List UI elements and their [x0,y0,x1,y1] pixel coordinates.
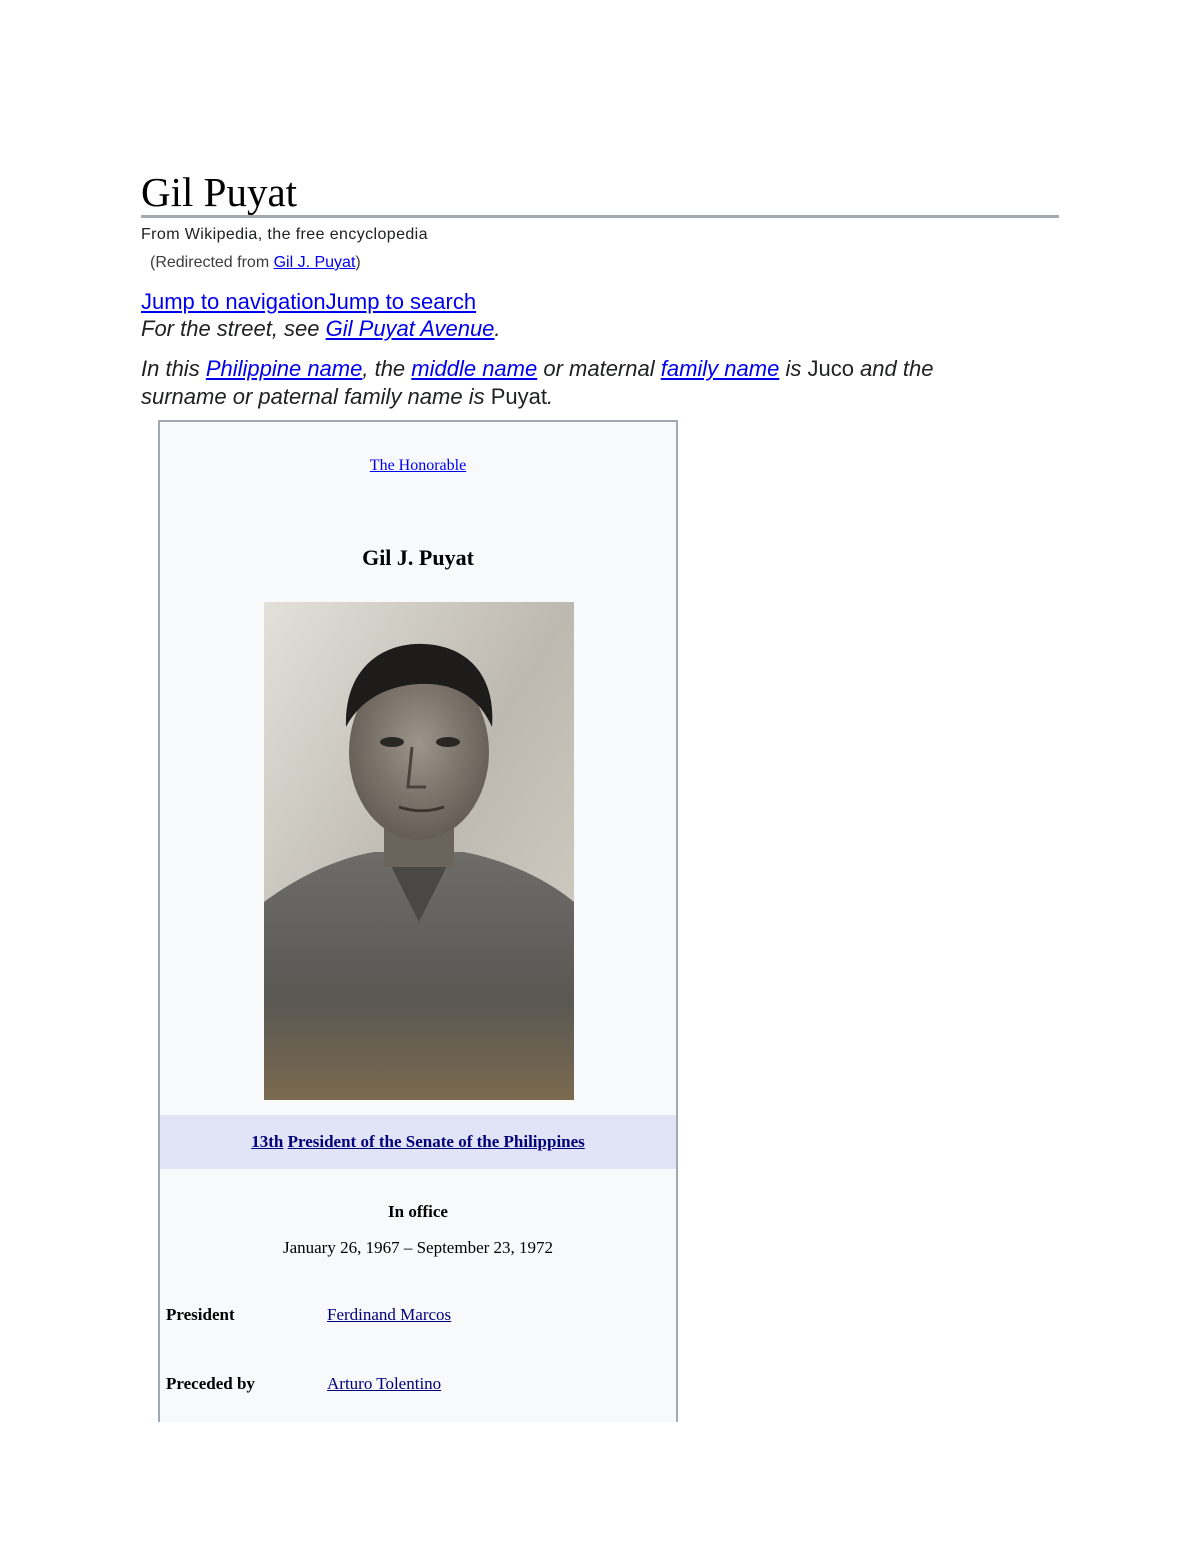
president-link[interactable]: Ferdinand Marcos [327,1305,451,1324]
hatnote-suffix: . [494,316,501,341]
namenote-part1: In this [141,356,206,381]
row-label: President [166,1305,235,1324]
infobox-office-header: 13th President of the Senate of the Phil… [160,1115,676,1169]
family-name-link[interactable]: family name [661,356,780,381]
infobox-name: Gil J. Puyat [362,545,474,570]
jump-to-navigation-link[interactable]: Jump to navigation [141,289,326,314]
philippine-name-link[interactable]: Philippine name [206,356,363,381]
row-value: Ferdinand Marcos [327,1304,451,1326]
predecessor-link[interactable]: Arturo Tolentino [327,1374,441,1393]
jump-to-search-link[interactable]: Jump to search [326,289,476,314]
portrait-image [264,602,574,1100]
maternal-name-value: Juco [807,356,854,381]
in-office-label: In office [388,1202,448,1221]
redirect-notice: (Redirected from Gil J. Puyat) [150,253,361,273]
namenote-part4: is [779,356,808,381]
site-tagline: From Wikipedia, the free encyclopedia [141,226,428,243]
jump-links: Jump to navigationJump to search [141,288,476,316]
title-divider [141,215,1059,218]
middle-name-link[interactable]: middle name [411,356,537,381]
infobox: The Honorable Gil J. Puyat 13th Presiden… [158,420,678,1422]
namenote-part3: or maternal [537,356,661,381]
hatnote-street-link[interactable]: Gil Puyat Avenue [326,316,495,341]
infobox-honorific: The Honorable [160,456,676,476]
honorific-link[interactable]: The Honorable [370,457,466,474]
row-label: Preceded by [166,1374,255,1393]
hatnote-prefix: For the street, see [141,316,326,341]
redirect-source-link[interactable]: Gil J. Puyat [274,254,356,271]
redirect-suffix: ) [355,254,361,271]
surname-value: Puyat [490,384,547,409]
office-dates: January 26, 1967 – September 23, 1972 [282,1238,554,1257]
namenote-part2: , the [362,356,412,381]
namenote-part6: . [546,384,554,409]
office-title-link[interactable]: President of the Senate of the Philippin… [288,1132,585,1151]
portrait-photo[interactable] [264,602,574,1100]
page-title: Gil Puyat [141,169,298,215]
name-note: In this Philippine name, the middle name… [141,355,1021,411]
redirect-prefix: (Redirected from [150,254,274,271]
office-ordinal-link[interactable]: 13th [251,1132,283,1151]
row-value: Arturo Tolentino [327,1373,441,1395]
hatnote: For the street, see Gil Puyat Avenue. [141,315,501,343]
